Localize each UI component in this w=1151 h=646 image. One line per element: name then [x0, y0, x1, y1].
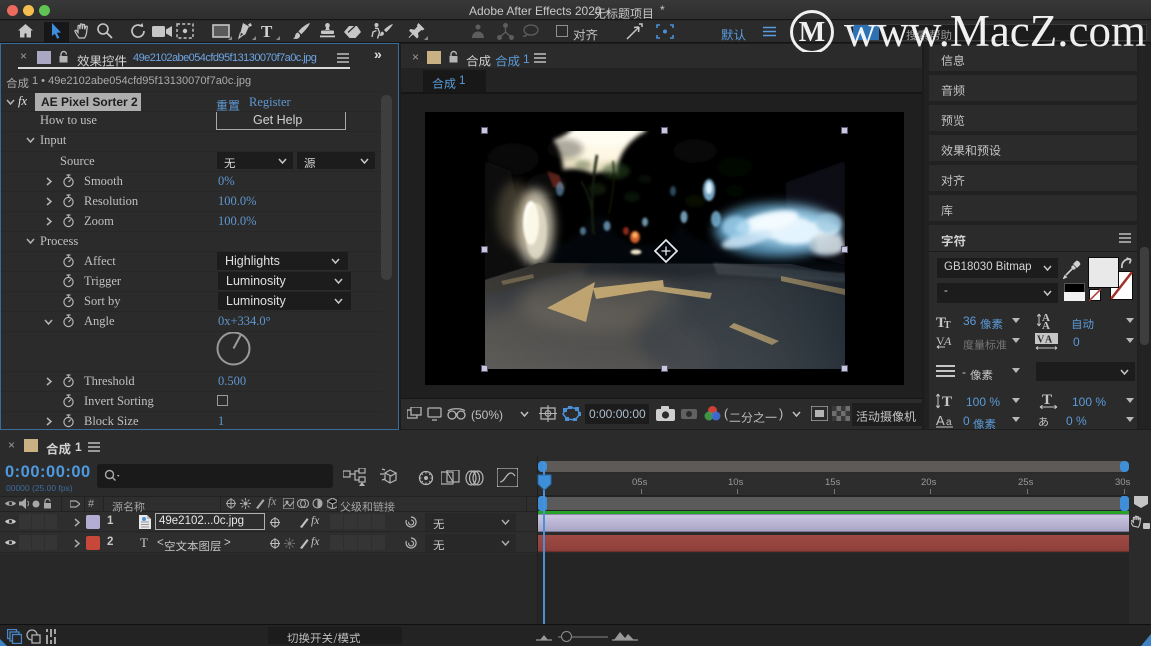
svg-text:a: a: [946, 417, 952, 428]
svg-text:M: M: [799, 17, 825, 48]
svg-text:A: A: [1045, 335, 1053, 346]
svg-text:A: A: [943, 334, 952, 348]
svg-text:A: A: [1042, 320, 1050, 330]
svg-text:V: V: [1037, 335, 1045, 346]
svg-text:A: A: [936, 413, 945, 428]
svg-text:www.MacZ.com: www.MacZ.com: [844, 6, 1146, 52]
svg-text:T: T: [942, 394, 952, 410]
svg-text:T: T: [1042, 392, 1052, 408]
svg-text:T: T: [944, 320, 951, 329]
